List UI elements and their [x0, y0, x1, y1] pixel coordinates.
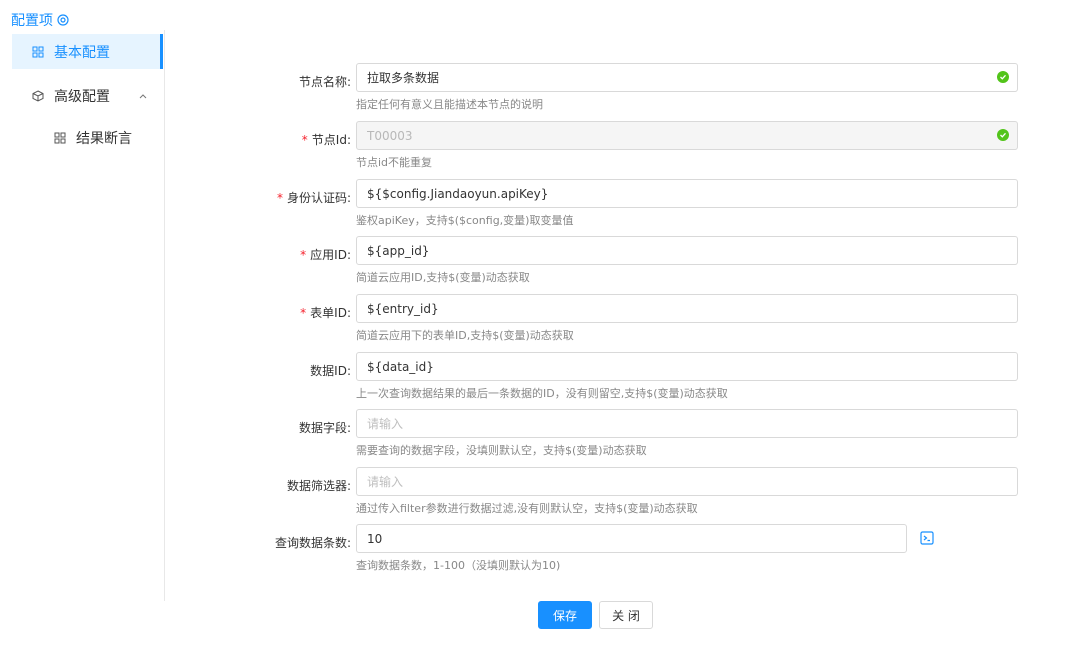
field-label: 数据ID: [310, 364, 351, 378]
required-mark: * [301, 133, 308, 147]
form-id-input[interactable] [356, 294, 1018, 323]
field-label: 查询数据条数: [274, 536, 351, 550]
node-name-input[interactable] [356, 63, 1018, 92]
required-mark: * [300, 248, 307, 262]
form-row-node-id: *节点Id: 节点id不能重复 [240, 121, 1040, 179]
field-help: 指定任何有意义且能描述本节点的说明 [356, 98, 543, 111]
form-row-query-count: 查询数据条数: 查询数据条数，1-100（没填则默认为10) [240, 524, 1040, 582]
form-row-auth-code: *身份认证码: 鉴权apiKey，支持$($config,变量)取变量值 [240, 179, 1040, 237]
save-button[interactable]: 保存 [538, 601, 592, 629]
field-label: 数据字段: [298, 421, 351, 435]
field-label: 数据筛选器: [286, 479, 351, 493]
form-row-node-name: 节点名称: 指定任何有意义且能描述本节点的说明 [240, 63, 1040, 121]
field-help: 通过传入filter参数进行数据过滤,没有则默认空，支持$(变量)动态获取 [356, 502, 698, 515]
required-mark: * [276, 191, 283, 205]
check-circle-icon [997, 129, 1009, 141]
field-help: 简道云应用ID,支持$(变量)动态获取 [356, 271, 530, 284]
settings-target-icon[interactable] [57, 14, 69, 26]
form-row-data-fields: 数据字段: 需要查询的数据字段，没填则默认空，支持$(变量)动态获取 [240, 409, 1040, 467]
close-button[interactable]: 关 闭 [599, 601, 653, 629]
node-id-input [356, 121, 1018, 150]
form-row-app-id: *应用ID: 简道云应用ID,支持$(变量)动态获取 [240, 236, 1040, 294]
field-help: 简道云应用下的表单ID,支持$(变量)动态获取 [356, 329, 574, 342]
field-help: 需要查询的数据字段，没填则默认空，支持$(变量)动态获取 [356, 444, 647, 457]
query-count-input[interactable] [356, 524, 907, 553]
data-fields-input[interactable] [356, 409, 1018, 438]
field-label: * 身份认证码: [276, 191, 351, 205]
sidebar-header-label: 配置项 [11, 13, 53, 29]
terminal-icon[interactable] [920, 531, 934, 545]
sidebar-item-basic-config[interactable]: 基本配置 [12, 34, 163, 69]
field-help: 查询数据条数，1-100（没填则默认为10) [356, 559, 561, 572]
form-row-form-id: *表单ID: 简道云应用下的表单ID,支持$(变量)动态获取 [240, 294, 1040, 352]
field-help: 上一次查询数据结果的最后一条数据的ID，没有则留空,支持$(变量)动态获取 [356, 387, 728, 400]
field-label: * 节点Id: [301, 133, 351, 147]
data-id-input[interactable] [356, 352, 1018, 381]
sidebar-item-label: 基本配置 [54, 44, 110, 61]
field-label: * 表单ID: [300, 306, 351, 320]
sidebar-header: 配置项 [11, 10, 69, 30]
sidebar-item-label: 结果断言 [76, 130, 132, 147]
check-circle-icon [997, 71, 1009, 83]
sidebar: 基本配置 高级配置 结果断言 [0, 30, 165, 601]
sidebar-item-advanced-config[interactable]: 高级配置 [12, 78, 163, 113]
field-help: 节点id不能重复 [356, 156, 433, 169]
cube-icon [32, 89, 44, 102]
required-mark: * [300, 306, 307, 320]
form-row-data-filter: 数据筛选器: 通过传入filter参数进行数据过滤,没有则默认空，支持$(变量)… [240, 467, 1040, 525]
field-label: 节点名称: [298, 75, 351, 89]
sidebar-item-label: 高级配置 [54, 88, 110, 105]
app-id-input[interactable] [356, 236, 1018, 265]
field-help: 鉴权apiKey，支持$($config,变量)取变量值 [356, 214, 574, 227]
field-label: * 应用ID: [300, 248, 351, 262]
sidebar-item-result-assert[interactable]: 结果断言 [12, 120, 163, 155]
auth-code-input[interactable] [356, 179, 1018, 208]
grid-icon [54, 132, 66, 144]
data-filter-input[interactable] [356, 467, 1018, 496]
grid-icon [32, 46, 44, 58]
form-row-data-id: 数据ID: 上一次查询数据结果的最后一条数据的ID，没有则留空,支持$(变量)动… [240, 352, 1040, 410]
chevron-up-icon[interactable] [139, 93, 147, 99]
